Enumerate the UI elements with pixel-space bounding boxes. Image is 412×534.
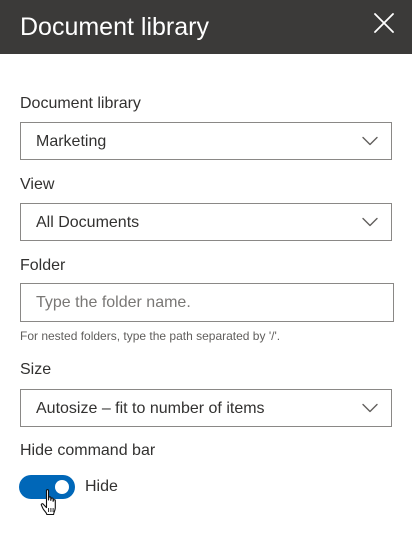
- panel-header: Document library: [0, 0, 412, 54]
- close-button[interactable]: [370, 9, 398, 37]
- document-library-panel: Document library Document library Market…: [0, 0, 412, 534]
- size-value: Autosize – fit to number of items: [36, 400, 265, 417]
- view-label: View: [20, 176, 55, 193]
- panel-title: Document library: [20, 13, 209, 41]
- hand-pointer-icon: [40, 488, 60, 518]
- document-library-value: Marketing: [36, 133, 107, 150]
- view-dropdown[interactable]: All Documents: [20, 203, 392, 241]
- size-label: Size: [20, 361, 52, 378]
- folder-input[interactable]: [20, 283, 394, 322]
- view-value: All Documents: [36, 214, 140, 231]
- hide-toggle-label: Hide: [85, 478, 118, 495]
- hide-command-bar-label: Hide command bar: [20, 442, 156, 459]
- chevron-down-icon: [362, 217, 378, 227]
- document-library-label: Document library: [20, 95, 141, 112]
- chevron-down-icon: [362, 403, 378, 413]
- folder-helper-text: For nested folders, type the path separa…: [20, 329, 281, 343]
- size-dropdown[interactable]: Autosize – fit to number of items: [20, 389, 392, 427]
- document-library-dropdown[interactable]: Marketing: [20, 122, 392, 160]
- folder-label: Folder: [20, 257, 66, 274]
- chevron-down-icon: [362, 136, 378, 146]
- close-icon: [374, 13, 394, 33]
